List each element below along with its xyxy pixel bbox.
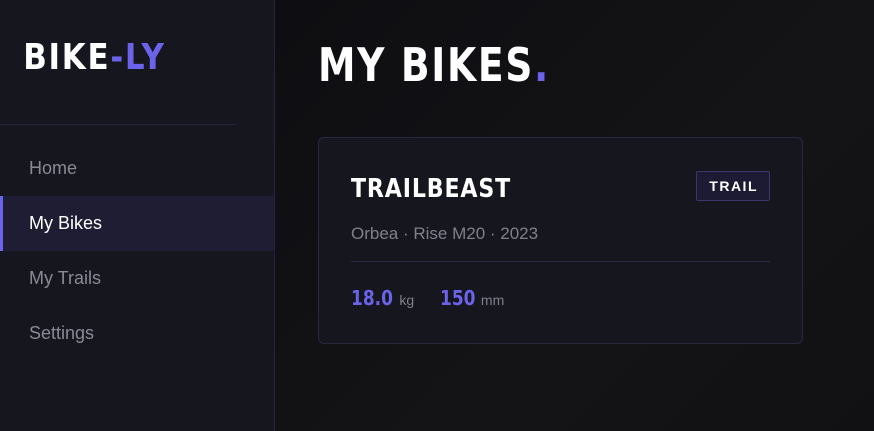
bike-name: TRAILBEAST xyxy=(351,174,512,204)
sidebar-item-home[interactable]: Home xyxy=(0,141,274,196)
sidebar-item-settings[interactable]: Settings xyxy=(0,306,274,361)
sidebar-item-my-trails[interactable]: My Trails xyxy=(0,251,274,306)
page-title-dot: . xyxy=(534,38,551,92)
spec-travel: 150 mm xyxy=(440,286,504,310)
sidebar: BIKE-LY Home My Bikes My Trails Settings xyxy=(0,0,275,431)
bike-type-badge: TRAIL xyxy=(696,171,770,201)
spec-weight-value: 18.0 xyxy=(351,286,393,310)
brand-logo-part1: BIKE xyxy=(23,37,111,78)
page-title-text: MY BIKES xyxy=(318,38,535,92)
spec-travel-value: 150 xyxy=(440,286,476,310)
bike-specs: 18.0 kg 150 mm xyxy=(351,286,770,310)
sidebar-item-label: Home xyxy=(29,158,78,178)
bike-meta: Orbea · Rise M20 · 2023 xyxy=(351,224,539,243)
sidebar-item-label: Settings xyxy=(29,323,95,343)
spec-travel-unit: mm xyxy=(480,292,505,308)
brand-logo[interactable]: BIKE-LY xyxy=(0,0,236,125)
card-divider xyxy=(351,261,770,262)
page-title: MY BIKES. xyxy=(318,42,774,88)
spec-weight: 18.0 kg xyxy=(351,286,414,310)
sidebar-item-my-bikes[interactable]: My Bikes xyxy=(0,196,274,251)
sidebar-nav: Home My Bikes My Trails Settings xyxy=(0,125,274,361)
spec-weight-unit: kg xyxy=(399,292,415,308)
app: BIKE-LY Home My Bikes My Trails Settings… xyxy=(0,0,874,431)
bike-card[interactable]: TRAILBEAST TRAIL Orbea · Rise M20 · 2023… xyxy=(318,137,803,344)
main-content: MY BIKES. TRAILBEAST TRAIL Orbea · Rise … xyxy=(275,0,874,431)
sidebar-item-label: My Bikes xyxy=(29,213,103,233)
sidebar-item-label: My Trails xyxy=(29,268,101,288)
brand-logo-part2: -LY xyxy=(110,37,166,78)
bike-card-header: TRAILBEAST TRAIL xyxy=(351,171,770,204)
